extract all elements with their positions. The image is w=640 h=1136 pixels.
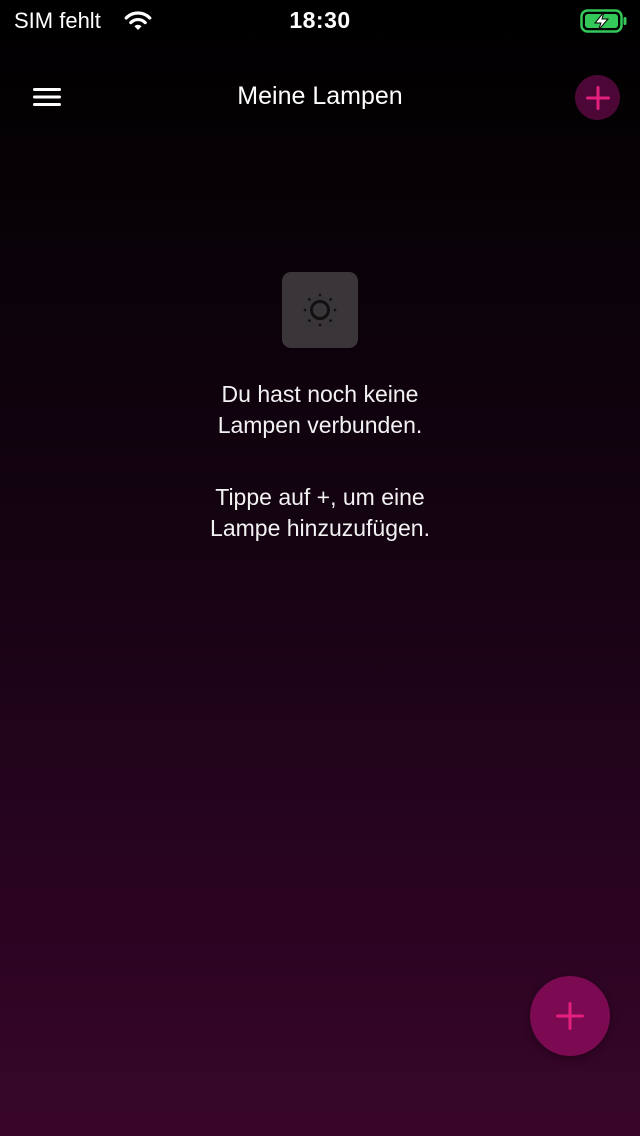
plus-icon — [585, 85, 610, 110]
battery-charging-icon — [580, 9, 627, 33]
page-title: Meine Lampen — [237, 82, 403, 110]
empty-hint: Tippe auf +, um eine Lampe hinzuzufügen. — [210, 484, 430, 541]
add-lamp-fab[interactable] — [530, 976, 610, 1056]
add-lamp-button[interactable] — [575, 75, 620, 120]
plus-icon — [556, 1002, 584, 1030]
lamp-placeholder-tile — [282, 272, 358, 348]
navigation-bar: Meine Lampen — [0, 62, 640, 132]
empty-message: Du hast noch keine Lampen verbunden. — [217, 381, 423, 438]
lamp-brightness-icon — [303, 293, 337, 327]
status-bar: SIM fehlt 18:30 — [0, 0, 640, 44]
clock: 18:30 — [289, 7, 351, 33]
